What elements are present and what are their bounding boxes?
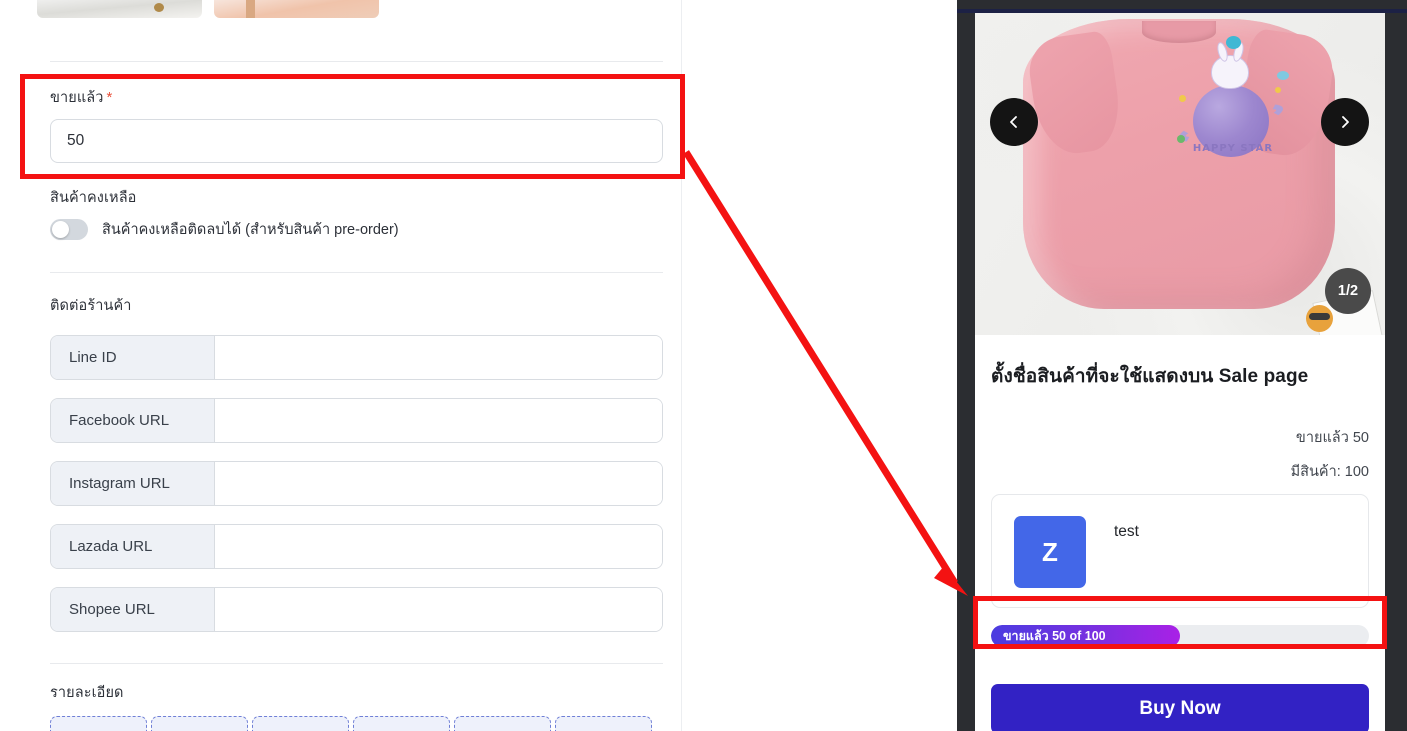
- lazada-url-addon: Lazada URL: [51, 525, 215, 568]
- tshirt-sleeve-left: [1025, 29, 1125, 159]
- stock-section-label: สินค้าคงเหลือ: [50, 190, 137, 206]
- sold-progress-bar: ขายแล้ว 50 of 100: [991, 625, 1369, 647]
- thumbnail-image-2[interactable]: [214, 0, 379, 18]
- product-form-panel: ขายแล้ว* สินค้าคงเหลือ สินค้าคงเหลือติดล…: [0, 0, 682, 731]
- toggle-knob: [52, 221, 69, 238]
- tshirt-graphic: HAPPY STAR: [1023, 19, 1338, 309]
- star-dot-1: [1179, 95, 1186, 102]
- shopee-url-group: Shopee URL: [50, 587, 663, 632]
- star-dot-2: [1275, 87, 1281, 93]
- toolbar-button-3[interactable]: [252, 716, 349, 731]
- variant-name: test: [1114, 523, 1139, 540]
- thumbnail-image-1[interactable]: [37, 0, 202, 18]
- toolbar-button-1[interactable]: [50, 716, 147, 731]
- toolbar-button-5[interactable]: [454, 716, 551, 731]
- section-divider-contact: [50, 272, 663, 273]
- chevron-right-icon[interactable]: [1321, 98, 1369, 146]
- facebook-url-addon: Facebook URL: [51, 399, 215, 442]
- lazada-url-group: Lazada URL: [50, 524, 663, 569]
- tshirt-collar: [1142, 21, 1216, 43]
- backorder-toggle-row[interactable]: สินค้าคงเหลือติดลบได้ (สำหรับสินค้า pre-…: [50, 218, 399, 241]
- instagram-url-addon: Instagram URL: [51, 462, 215, 505]
- sold-field-group: ขายแล้ว *: [50, 86, 112, 109]
- emoji-sunglasses-icon: [1306, 305, 1333, 332]
- details-section-label: รายละเอียด: [50, 685, 124, 701]
- preview-sold-count: ขายแล้ว 50: [1295, 430, 1369, 446]
- instagram-url-group: Instagram URL: [50, 461, 663, 506]
- image-thumbnail-row: [37, 0, 647, 18]
- instagram-url-input[interactable]: [215, 462, 662, 505]
- flower-icon: [1226, 36, 1241, 49]
- sold-progress-fill: ขายแล้ว 50 of 100: [991, 625, 1180, 647]
- sale-page-preview: HAPPY STAR 1/2 ตั้งชื่อสินค้าที่จะใช้แสด…: [975, 13, 1385, 731]
- line-id-addon: Line ID: [51, 336, 215, 379]
- variant-avatar: Z: [1014, 516, 1086, 588]
- shirt-print-text: HAPPY STAR: [1192, 143, 1274, 154]
- sold-label-text: ขายแล้ว: [50, 90, 104, 106]
- lazada-url-input[interactable]: [215, 525, 662, 568]
- carousel-page-badge: 1/2: [1325, 268, 1371, 314]
- shirt-print-graphic: HAPPY STAR: [1175, 36, 1291, 165]
- section-divider-top: [50, 61, 663, 62]
- contact-section-label: ติดต่อร้านค้า: [50, 298, 132, 314]
- toolbar-button-4[interactable]: [353, 716, 450, 731]
- buy-now-button[interactable]: Buy Now: [991, 684, 1369, 731]
- toolbar-button-6[interactable]: [555, 716, 652, 731]
- shopee-url-input[interactable]: [215, 588, 662, 631]
- sold-progress-label: ขายแล้ว 50 of 100: [1003, 629, 1106, 643]
- bunny-icon: [1211, 36, 1249, 89]
- facebook-url-input[interactable]: [215, 399, 662, 442]
- facebook-url-group: Facebook URL: [50, 398, 663, 443]
- chevron-left-icon[interactable]: [990, 98, 1038, 146]
- toolbar-button-2[interactable]: [151, 716, 248, 731]
- required-asterisk: *: [106, 89, 113, 106]
- line-id-input[interactable]: [215, 336, 662, 379]
- section-divider-details: [50, 663, 663, 664]
- preview-product-title: ตั้งชื่อสินค้าที่จะใช้แสดงบน Sale page: [991, 366, 1309, 387]
- screenshot-root: ขายแล้ว* สินค้าคงเหลือ สินค้าคงเหลือติดล…: [0, 0, 1407, 731]
- preview-variant-card[interactable]: Z test: [991, 494, 1369, 608]
- product-photo: HAPPY STAR 1/2: [975, 13, 1385, 335]
- star-dot-3: [1177, 135, 1185, 143]
- cloud-dot: [1277, 71, 1289, 80]
- preview-stock-count: มีสินค้า: 100: [1290, 464, 1369, 480]
- line-id-group: Line ID: [50, 335, 663, 380]
- details-editor-toolbar: [50, 716, 652, 731]
- backorder-toggle-label: สินค้าคงเหลือติดลบได้ (สำหรับสินค้า pre-…: [102, 222, 399, 238]
- sold-field-label: ขายแล้ว *: [50, 86, 112, 109]
- shopee-url-addon: Shopee URL: [51, 588, 215, 631]
- backorder-toggle[interactable]: [50, 219, 88, 240]
- sold-input[interactable]: [50, 119, 663, 163]
